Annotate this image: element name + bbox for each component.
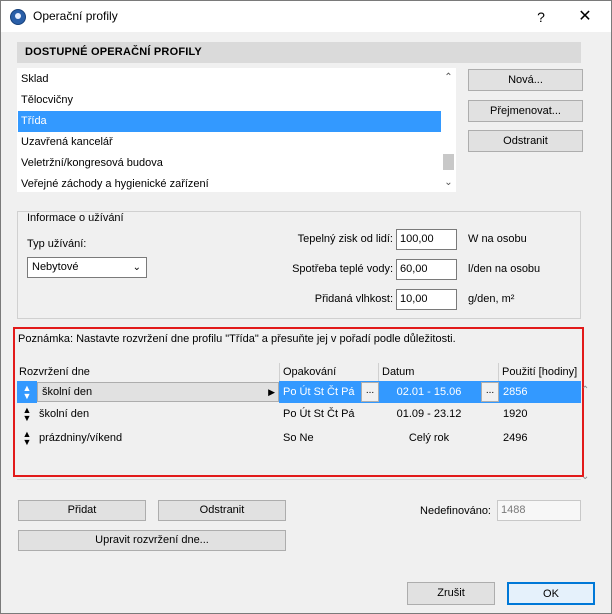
window-title: Operační profily <box>33 9 118 23</box>
delete-day-schedule-button[interactable]: Odstranit <box>158 500 286 521</box>
ok-button[interactable]: OK <box>507 582 595 605</box>
scroll-up-icon[interactable]: ⌃ <box>441 70 456 85</box>
hot-water-label: Spotřeba teplé vody: <box>292 263 393 275</box>
usage-type-value: Nebytové <box>32 261 79 273</box>
date-cell: Celý rok <box>408 432 450 444</box>
cancel-button[interactable]: Zrušit <box>407 582 495 605</box>
col-header-repeat[interactable]: Opakování <box>283 363 336 381</box>
chevron-down-icon: ⌄ <box>132 262 141 273</box>
edit-day-schedule-button[interactable]: Upravit rozvržení dne... <box>18 530 286 551</box>
heat-gain-unit: W na osobu <box>468 233 527 245</box>
list-item[interactable]: Veletržní/kongresová budova <box>18 153 441 174</box>
app-icon <box>10 9 26 25</box>
usage-cell: 2496 <box>503 432 528 444</box>
list-item[interactable]: Tělocvičny <box>18 90 441 111</box>
list-item-selected[interactable]: Třída <box>18 111 441 132</box>
delete-profile-button[interactable]: Odstranit <box>468 130 583 152</box>
schedule-note: Poznámka: Nastavte rozvržení dne profilu… <box>18 333 456 345</box>
title-bar: Operační profily ? ✕ <box>1 1 611 32</box>
reorder-icon[interactable]: ▲ ▼ <box>22 384 32 401</box>
list-item[interactable]: Sklad <box>18 69 441 90</box>
day-cell: školní den <box>39 408 90 420</box>
help-button[interactable]: ? <box>529 5 553 29</box>
col-header-day[interactable]: Rozvržení dne <box>19 363 90 381</box>
day-cell: prázdniny/víkend <box>39 432 123 444</box>
table-row[interactable]: ▲ ▼ prázdniny/víkend So Ne Celý rok 2496 <box>17 427 581 449</box>
scroll-thumb[interactable] <box>443 154 454 170</box>
heat-gain-input[interactable]: 100,00 <box>396 229 457 250</box>
date-cell: 01.09 - 23.12 <box>396 408 462 420</box>
day-schedule-dropdown[interactable]: školní den ▶ <box>37 382 279 402</box>
chevron-right-icon: ▶ <box>268 387 275 397</box>
humidity-unit: g/den, m² <box>468 293 515 305</box>
new-profile-button[interactable]: Nová... <box>468 69 583 91</box>
col-header-usage[interactable]: Použití [hodiny] <box>502 363 579 381</box>
usage-info-title: Informace o užívání <box>25 212 126 224</box>
heat-gain-label: Tepelný zisk od lidí: <box>297 233 393 245</box>
add-day-schedule-button[interactable]: Přidat <box>18 500 146 521</box>
table-scroll-up-icon[interactable]: ⌃ <box>581 385 593 396</box>
profiles-scrollbar[interactable]: ⌃ ⌄ <box>441 68 456 192</box>
reorder-icon[interactable]: ▲ ▼ <box>22 406 32 423</box>
scroll-down-icon[interactable]: ⌄ <box>441 175 456 190</box>
hot-water-input[interactable]: 60,00 <box>396 259 457 280</box>
repeat-cell: Po Út St Čt Pá <box>283 408 355 420</box>
rename-profile-button[interactable]: Přejmenovat... <box>468 100 583 122</box>
hot-water-unit: l/den na osobu <box>468 263 541 275</box>
profiles-header: DOSTUPNÉ OPERAČNÍ PROFILY <box>17 42 581 63</box>
repeat-edit-button[interactable]: ... <box>361 382 379 402</box>
table-scroll-down-icon[interactable]: ⌄ <box>581 471 593 482</box>
undefined-value: 1488 <box>497 500 581 521</box>
usage-type-label: Typ užívání: <box>27 238 87 250</box>
list-item[interactable]: Uzavřená kancelář <box>18 132 441 153</box>
reorder-icon[interactable]: ▲ ▼ <box>22 430 32 447</box>
usage-type-select[interactable]: Nebytové ⌄ <box>27 257 147 278</box>
operation-profiles-dialog: Operační profily ? ✕ DOSTUPNÉ OPERAČNÍ P… <box>0 0 612 614</box>
repeat-cell: So Ne <box>283 432 314 444</box>
profiles-list: Sklad Tělocvičny Třída Uzavřená kancelář… <box>17 68 456 192</box>
date-cell: 02.01 - 15.06 <box>396 386 462 398</box>
undefined-label: Nedefinováno: <box>420 505 491 517</box>
usage-cell: 1920 <box>503 408 528 420</box>
usage-cell: 2856 <box>503 386 528 398</box>
repeat-cell: Po Út St Čt Pá <box>283 386 355 398</box>
close-icon[interactable]: ✕ <box>573 5 597 29</box>
table-row[interactable]: ▲ ▼ školní den ▶ Po Út St Čt Pá ... 02.01… <box>17 381 581 403</box>
day-schedule-value: školní den <box>42 386 93 398</box>
table-row[interactable]: ▲ ▼ školní den Po Út St Čt Pá 01.09 - 23.… <box>17 403 581 425</box>
col-header-date[interactable]: Datum <box>382 363 414 381</box>
list-item[interactable]: Veřejné záchody a hygienické zařízení <box>18 174 441 195</box>
humidity-input[interactable]: 10,00 <box>396 289 457 310</box>
humidity-label: Přidaná vlhkost: <box>314 293 393 305</box>
date-edit-button[interactable]: ... <box>481 382 499 402</box>
